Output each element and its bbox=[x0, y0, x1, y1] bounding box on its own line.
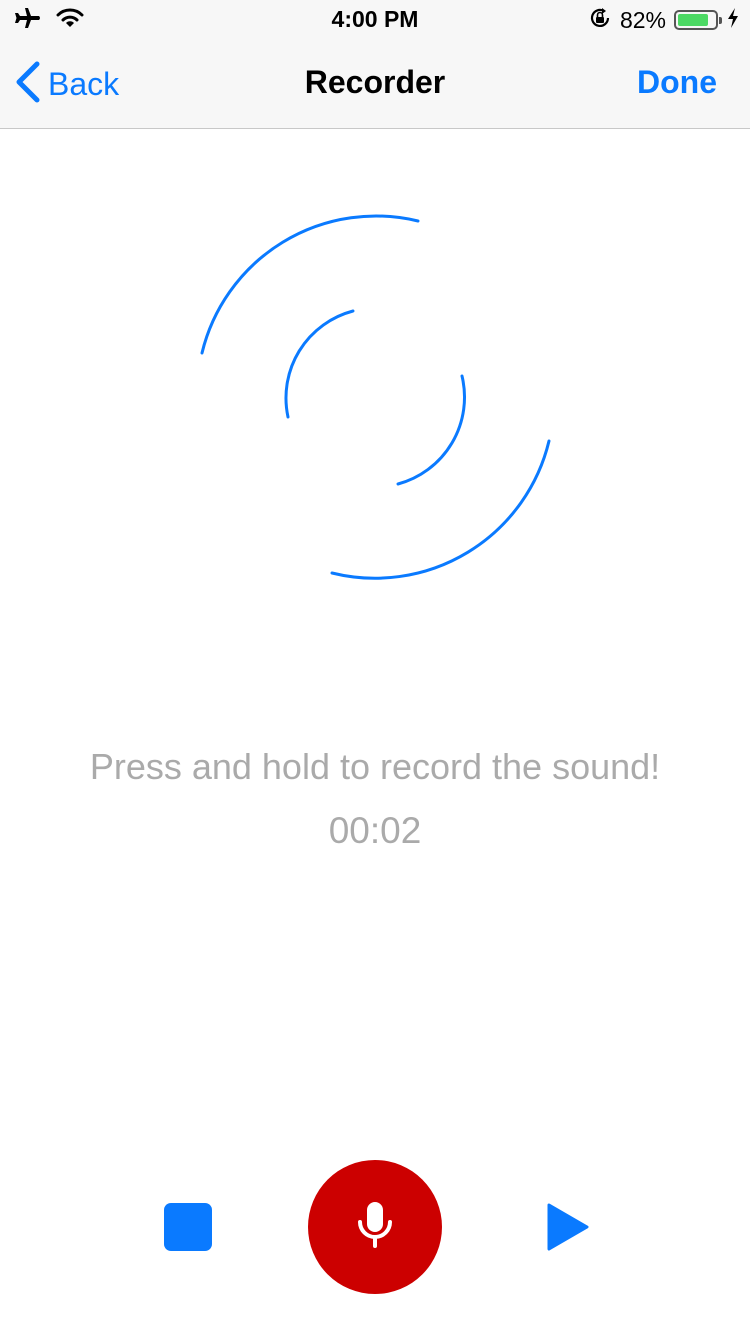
status-right-icons: 82% bbox=[588, 6, 740, 34]
battery-icon bbox=[674, 10, 722, 30]
record-hint-text: Press and hold to record the sound! bbox=[89, 746, 661, 787]
recording-timer: 00:02 bbox=[328, 810, 422, 851]
battery-percent: 82% bbox=[619, 6, 666, 33]
record-button[interactable] bbox=[308, 1160, 442, 1294]
stop-button[interactable] bbox=[164, 1203, 212, 1251]
play-icon bbox=[546, 1203, 590, 1256]
rotation-lock-icon bbox=[588, 6, 612, 35]
sound-wave-arcs-icon bbox=[175, 195, 575, 595]
charging-icon bbox=[726, 7, 740, 34]
microphone-icon bbox=[355, 1200, 395, 1255]
battery-level bbox=[678, 14, 708, 26]
done-button[interactable]: Done bbox=[637, 64, 717, 101]
play-button[interactable] bbox=[546, 1202, 590, 1252]
navigation-bar: Back Recorder Done bbox=[0, 40, 750, 129]
status-bar: 4:00 PM 82% bbox=[0, 0, 750, 40]
